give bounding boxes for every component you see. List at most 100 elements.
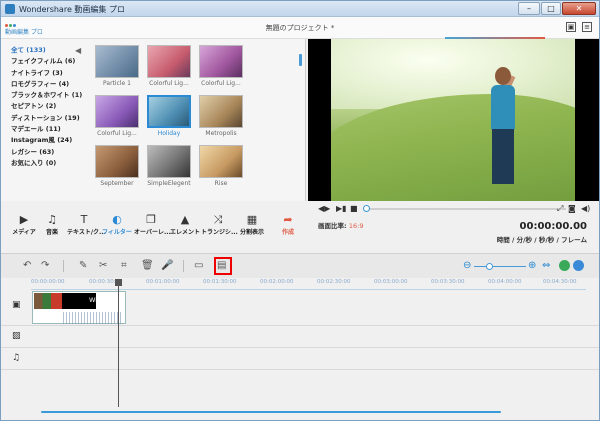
create-button[interactable]: ➦ 作成: [271, 213, 305, 236]
next-frame-icon[interactable]: ▶▮: [336, 204, 347, 213]
seek-bar[interactable]: [363, 205, 566, 212]
category-item[interactable]: ナイトライフ (3): [11, 68, 86, 79]
filter-preview-image: [147, 145, 191, 178]
video-track: ▣ Wildlife: [1, 290, 599, 326]
audio-waveform: [63, 312, 123, 324]
filter-label: September: [100, 180, 134, 187]
preview-subject: [483, 67, 523, 201]
menu-icon[interactable]: ≡: [582, 22, 592, 32]
redo-icon[interactable]: ↷: [41, 260, 49, 271]
ruler-label: 00:00:00:00: [31, 279, 65, 285]
filter-preview-image: [95, 145, 139, 178]
category-item[interactable]: ブラック＆ホワイト (1): [11, 90, 86, 101]
ruler-label: 00:04:00:00: [488, 279, 522, 285]
minimize-button[interactable]: –: [518, 2, 540, 15]
zoom-slider[interactable]: [474, 263, 526, 270]
save-icon[interactable]: ▣: [566, 22, 576, 32]
settings-icon[interactable]: [573, 260, 584, 271]
app-header: 動画編集 プロ 無題のプロジェクト * ▣ ≡: [1, 17, 599, 39]
tool-transition[interactable]: ⤨ トランジシ...: [201, 213, 238, 236]
app-icon: [5, 4, 15, 14]
category-item[interactable]: レガシー (63): [11, 147, 86, 158]
music-track: ♫: [1, 348, 599, 370]
zoom-out-icon[interactable]: ⊖: [463, 260, 471, 271]
seek-knob[interactable]: [363, 205, 370, 212]
filter-thumb[interactable]: Colorful Lig...: [147, 45, 191, 90]
filter-label: SimpleElegent: [147, 180, 191, 187]
playhead[interactable]: [115, 279, 122, 407]
zoom-knob[interactable]: [486, 263, 493, 270]
snapshot-icon[interactable]: ◙: [568, 204, 576, 213]
crop-icon[interactable]: ⌗: [121, 260, 127, 271]
cut-icon[interactable]: ✂: [99, 260, 107, 271]
filter-icon: ◐: [112, 213, 122, 226]
category-list: 全て (133) フェイクフィルム (6) ナイトライフ (3) ロモグラフィー…: [11, 45, 86, 169]
timecode: 00:00:00.00: [519, 221, 587, 232]
delete-icon[interactable]: 🗑: [141, 260, 154, 271]
category-item[interactable]: セピアトン (2): [11, 101, 86, 112]
filter-thumb[interactable]: Particle 1: [95, 45, 139, 90]
library-scrollbar[interactable]: [299, 54, 302, 66]
filter-thumb[interactable]: Colorful Lig...: [199, 45, 243, 90]
add-track-icon[interactable]: [559, 260, 570, 271]
aspect-ratio-value[interactable]: 16:9: [349, 222, 364, 230]
ruler-label: 00:02:30:00: [317, 279, 351, 285]
filter-thumb-selected[interactable]: Holiday: [147, 95, 191, 140]
volume-icon[interactable]: ◀): [581, 204, 590, 213]
microphone-icon[interactable]: 🎤: [161, 260, 173, 271]
undo-icon[interactable]: ↶: [23, 260, 31, 271]
filter-preview-image: [95, 45, 139, 78]
category-item[interactable]: お気に入り (0): [11, 158, 86, 169]
tool-filter[interactable]: ◐ フィルター: [100, 213, 134, 236]
tool-music[interactable]: ♫ 音楽: [35, 213, 69, 236]
fit-icon[interactable]: ⇔: [542, 260, 550, 271]
filter-preview-image: [199, 45, 243, 78]
filter-label: Rise: [214, 180, 228, 187]
category-item[interactable]: ディストーション (19): [11, 113, 86, 124]
filter-thumb[interactable]: Colorful Lig...: [95, 95, 139, 140]
tool-text[interactable]: T テキスト/ク...: [67, 213, 106, 236]
play-button[interactable]: ◀▶: [318, 204, 330, 213]
music-icon: ♫: [47, 213, 57, 226]
video-preview: [308, 39, 599, 201]
close-button[interactable]: ✕: [562, 2, 596, 15]
filter-thumb[interactable]: Metropolis: [199, 95, 243, 140]
filter-label: Colorful Lig...: [149, 80, 189, 87]
category-item[interactable]: フェイクフィルム (6): [11, 56, 86, 67]
category-item[interactable]: マデエール (11): [11, 124, 86, 135]
ruler-label: 00:01:30:00: [203, 279, 237, 285]
zoom-in-icon[interactable]: ⊕: [528, 260, 536, 271]
scene-detect-icon[interactable]: ▤: [217, 260, 226, 271]
filter-thumb[interactable]: Rise: [199, 145, 243, 190]
timeline-toolbar: ↶ ↷ ✎ ✂ ⌗ 🗑 🎤 ▭ ▤ ⊖ ⊕ ⇔: [1, 254, 599, 278]
maximize-button[interactable]: □: [541, 2, 561, 15]
back-arrow-icon[interactable]: ◀: [75, 46, 81, 55]
filter-library-panel: 全て (133) フェイクフィルム (6) ナイトライフ (3) ロモグラフィー…: [1, 39, 306, 201]
filter-preview-image: [199, 95, 243, 128]
fullscreen-icon[interactable]: ⤢: [557, 204, 563, 214]
window-title: Wondershare 動画編集 プロ: [19, 5, 125, 14]
filter-thumb[interactable]: SimpleElegent: [147, 145, 191, 190]
video-clip[interactable]: Wildlife: [32, 291, 126, 324]
filter-preview-image: [147, 45, 191, 78]
edit-icon[interactable]: ✎: [79, 260, 87, 271]
power-tool-icon[interactable]: ▭: [194, 260, 203, 271]
tool-element[interactable]: ▲ エレメント: [168, 213, 202, 236]
image-track-icon: ▨: [12, 331, 21, 341]
category-item[interactable]: Instagram風 (24): [11, 135, 86, 146]
tool-split-screen[interactable]: ▦ 分割表示: [235, 213, 269, 236]
category-item[interactable]: ロモグラフィー (4): [11, 79, 86, 90]
filter-preview-image: [199, 145, 243, 178]
tool-overlay[interactable]: ❐ オーバーレ...: [134, 213, 171, 236]
filter-label: Colorful Lig...: [201, 80, 241, 87]
ruler-label: 00:02:00:00: [260, 279, 294, 285]
stop-icon[interactable]: ■: [350, 204, 358, 213]
text-icon: T: [80, 213, 88, 226]
timeline-scrollbar[interactable]: [41, 411, 501, 413]
overlay-track: ▨: [1, 326, 599, 348]
filter-thumb[interactable]: September: [95, 145, 139, 190]
overlay-icon: ❐: [146, 213, 156, 226]
ruler-label: 00:04:30:00: [543, 279, 577, 285]
split-screen-icon: ▦: [246, 213, 258, 226]
title-bar: Wondershare 動画編集 プロ – □ ✕: [1, 1, 599, 17]
